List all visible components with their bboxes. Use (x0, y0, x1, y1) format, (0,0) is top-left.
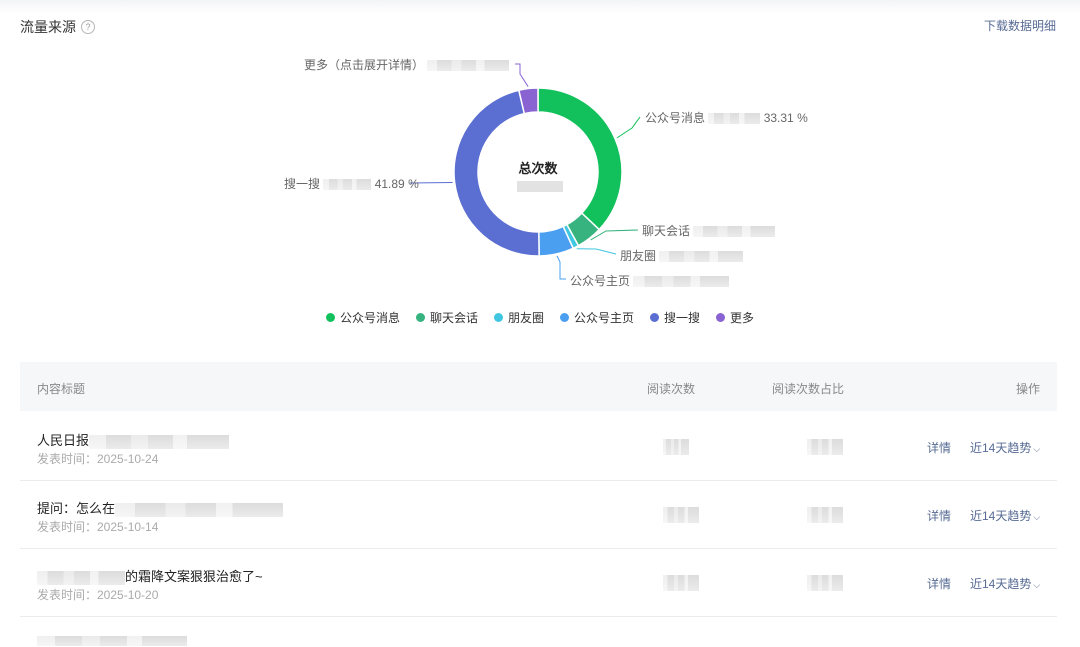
chevron-down-icon: ⌵ (1033, 444, 1041, 454)
callout-moments-redacted (659, 251, 744, 263)
legend-dot-icon (650, 313, 660, 322)
callout-home-redacted (633, 276, 730, 288)
callout-more-redacted (427, 60, 510, 72)
callout-search-pct: 41.89 % (374, 177, 419, 191)
callout-home-label: 公众号主页 (570, 274, 631, 288)
row-title[interactable]: 提问：怎么在 (37, 498, 284, 517)
table-row-partial (20, 617, 1057, 646)
detail-link[interactable]: 详情 (927, 575, 951, 592)
row-reads-redacted (663, 507, 699, 523)
legend-label: 公众号消息 (339, 311, 400, 325)
trend-dropdown[interactable]: 近14天趋势 ⌵ (970, 439, 1040, 456)
legend-dot-icon (415, 313, 425, 322)
row-title-redacted (89, 434, 230, 449)
callout-chat-label: 聊天会话 (642, 224, 691, 238)
row-title[interactable]: 人民日报 (37, 430, 230, 449)
legend-dot-icon (325, 313, 335, 322)
row-publish-time: 发表时间：2025-10-20 (37, 588, 159, 602)
row-ratio-redacted (807, 439, 843, 455)
trend-dropdown[interactable]: 近14天趋势 ⌵ (970, 507, 1040, 524)
row-title-text: 的霜降文案狠狠治愈了~ (125, 569, 263, 584)
leader-line-3 (556, 255, 566, 280)
row-title-text: 提问：怎么在 (37, 501, 116, 516)
detail-link[interactable]: 详情 (927, 439, 951, 456)
trend-label: 近14天趋势 (970, 577, 1032, 591)
leader-line-5 (515, 63, 529, 87)
row-title-text: 人民日报 (37, 433, 90, 448)
row-title-redacted (37, 635, 187, 646)
row-title-redacted (115, 502, 284, 517)
legend-item-3[interactable]: 公众号主页 (560, 309, 634, 326)
trend-label: 近14天趋势 (970, 441, 1032, 455)
legend-label: 公众号主页 (574, 311, 635, 325)
chart-legend: 公众号消息 聊天会话 朋友圈 公众号主页 搜一搜 更多 (0, 309, 1080, 326)
callout-more-label: 更多（点击展开详情） (304, 58, 425, 72)
col-reads: 阅读次数 (647, 382, 696, 396)
callout-msg: 公众号消息 33.31 % (645, 109, 808, 126)
table-row: 人民日报 发表时间：2025-10-24 详情 近14天趋势 ⌵ (20, 412, 1057, 481)
leader-line-0 (616, 116, 641, 139)
row-reads-redacted (663, 439, 689, 455)
legend-label: 朋友圈 (507, 311, 544, 325)
legend-dot-icon (716, 313, 726, 322)
chevron-down-icon: ⌵ (1033, 512, 1041, 522)
legend-item-4[interactable]: 搜一搜 (650, 309, 700, 326)
legend-item-5[interactable]: 更多 (716, 309, 754, 326)
callout-msg-label: 公众号消息 (645, 111, 706, 125)
row-ratio-redacted (807, 507, 843, 523)
legend-label: 聊天会话 (429, 311, 478, 325)
table-header: 内容标题 阅读次数 阅读次数占比 操作 (20, 362, 1057, 411)
legend-item-0[interactable]: 公众号消息 (325, 309, 400, 326)
row-ratio-redacted (807, 575, 843, 591)
table-row: 的霜降文案狠狠治愈了~ 发表时间：2025-10-20 详情 近14天趋势 ⌵ (20, 548, 1057, 617)
row-publish-time: 发表时间：2025-10-14 (37, 520, 159, 534)
legend-label: 更多 (730, 311, 755, 325)
callout-more: 更多（点击展开详情） (304, 56, 510, 73)
callout-search-redacted (323, 179, 372, 191)
callout-home: 公众号主页 (570, 272, 730, 289)
callout-search-label: 搜一搜 (284, 177, 321, 191)
callout-moments: 朋友圈 (620, 247, 744, 264)
callout-chat-redacted (693, 226, 776, 238)
row-title[interactable]: 的霜降文案狠狠治愈了~ (37, 566, 263, 585)
chart-center-value-redacted (517, 181, 563, 192)
legend-item-1[interactable]: 聊天会话 (415, 309, 478, 326)
leader-line-2 (576, 248, 617, 255)
row-reads-redacted (663, 575, 699, 591)
col-title: 内容标题 (37, 382, 86, 396)
row-publish-time: 发表时间：2025-10-24 (37, 452, 159, 466)
legend-label: 搜一搜 (664, 311, 701, 325)
chevron-down-icon: ⌵ (1033, 580, 1041, 590)
callout-msg-redacted (708, 113, 761, 125)
legend-item-2[interactable]: 朋友圈 (493, 309, 544, 326)
row-title-redacted (37, 570, 125, 585)
callout-chat: 聊天会话 (642, 222, 776, 239)
donut-slice-0[interactable] (537, 87, 623, 231)
callout-msg-pct: 33.31 % (763, 111, 808, 125)
trend-label: 近14天趋势 (970, 509, 1032, 523)
col-read-ratio: 阅读次数占比 (772, 382, 845, 396)
donut-chart: 总次数 (409, 63, 641, 280)
trend-dropdown[interactable]: 近14天趋势 ⌵ (970, 575, 1040, 592)
col-actions: 操作 (1015, 382, 1040, 396)
callout-moments-label: 朋友圈 (620, 249, 657, 263)
detail-link[interactable]: 详情 (927, 507, 951, 524)
table-row: 提问：怎么在 发表时间：2025-10-14 详情 近14天趋势 ⌵ (20, 480, 1057, 549)
legend-dot-icon (560, 313, 569, 322)
callout-search: 搜一搜 41.89 % (284, 175, 419, 192)
legend-dot-icon (493, 313, 503, 322)
chart-center-label: 总次数 (518, 161, 558, 176)
